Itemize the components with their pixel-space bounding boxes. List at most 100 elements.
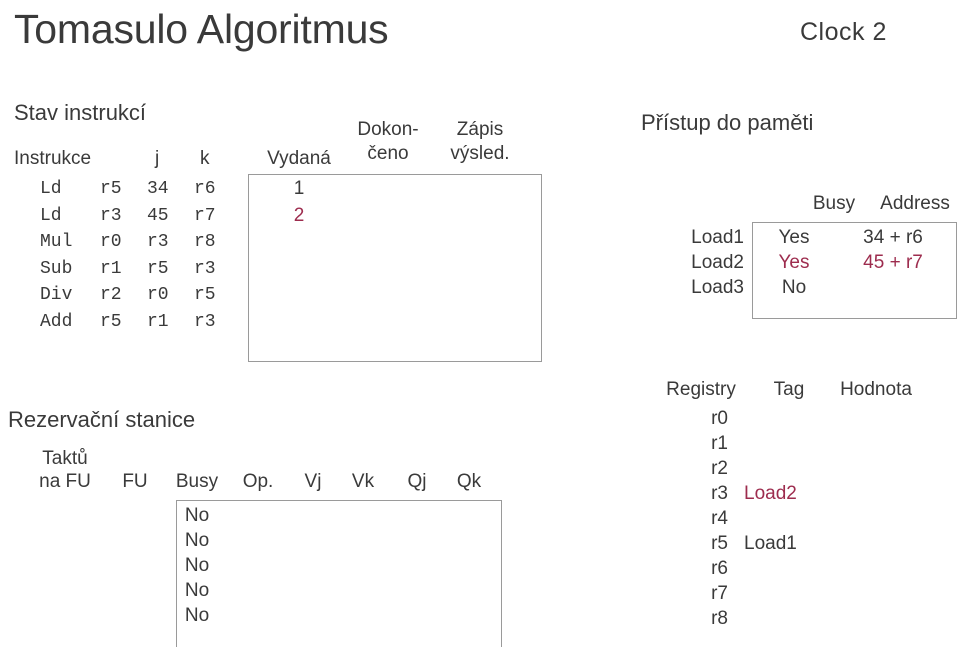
memory-unit-labels: Load1 Load2 Load3 (640, 225, 752, 300)
memory-busy: No (781, 277, 807, 298)
instruction-j: r5 (147, 258, 169, 279)
instruction-k: r6 (194, 179, 216, 199)
register-status-row: r8 (640, 606, 960, 631)
rs-busy: No (184, 505, 210, 526)
instruction-status-row: 2 (248, 203, 542, 230)
instruction-op: Mul (40, 232, 73, 252)
instruction-op: Div (40, 285, 73, 305)
reservation-station-left-row (0, 553, 176, 578)
reservation-station-row: No (176, 578, 502, 603)
column-header-vk: Vk (351, 471, 375, 492)
register-status-row: r7 (640, 581, 960, 606)
column-header-write-result: Zápis výsled. (450, 119, 510, 164)
column-header-j: j (155, 148, 160, 169)
memory-access-row: Yes 34 + r6 (752, 225, 957, 250)
instruction-dest: r2 (100, 285, 122, 305)
instruction-dest: r0 (100, 232, 122, 252)
column-header-mem-address: Address (880, 193, 950, 214)
memory-address: 34 + r6 (863, 227, 923, 248)
column-header-registry: Registry (666, 379, 736, 400)
rs-busy: No (184, 605, 210, 626)
reservation-station-row: No (176, 528, 502, 553)
column-header-execute: Dokon- čeno (357, 119, 419, 164)
instruction-status-row: 1 (248, 176, 542, 203)
instruction-status-row (248, 309, 542, 336)
instruction-j: r0 (147, 285, 169, 305)
reservation-stations-heading: Rezervační stanice (8, 407, 196, 432)
register-name: r3 (711, 483, 728, 504)
register-name: r4 (711, 508, 728, 529)
instruction-j: r1 (147, 311, 169, 332)
reservation-station-row: No (176, 503, 502, 528)
column-header-op: Op. (242, 471, 274, 492)
instruction-op: Add (40, 311, 73, 332)
instruction-status-heading: Stav instrukcí (14, 100, 147, 125)
memory-access-heading: Přístup do paměti (641, 110, 814, 135)
page-title: Tomasulo Algoritmus (14, 6, 389, 52)
rs-busy: No (184, 555, 210, 576)
memory-unit-label: Load3 (691, 277, 744, 298)
memory-busy: Yes (778, 227, 810, 248)
column-header-qk: Qk (456, 471, 482, 492)
memory-unit-label: Load1 (691, 227, 744, 248)
column-header-busy: Busy (175, 471, 219, 492)
register-name: r0 (711, 408, 728, 429)
rs-busy: No (184, 580, 210, 601)
memory-unit-label: Load2 (691, 252, 744, 273)
instruction-k: r5 (194, 285, 216, 305)
memory-access-rows: Yes 34 + r6 Yes 45 + r7 No (752, 225, 957, 300)
column-header-k: k (200, 148, 210, 169)
register-status-row: r1 (640, 431, 960, 456)
column-header-qj: Qj (407, 471, 427, 492)
instruction-j: 34 (147, 179, 169, 199)
reservation-station-left-row (0, 528, 176, 553)
column-header-instruction: Instrukce (14, 148, 92, 169)
column-header-ticks-on-fu: Taktů na FU (39, 448, 91, 492)
register-name: r8 (711, 608, 728, 629)
reservation-stations-left-labels (0, 503, 176, 628)
column-header-issue: Vydaná (267, 148, 331, 169)
column-header-hodnota: Hodnota (840, 379, 912, 400)
instruction-dest: r5 (100, 311, 122, 332)
reservation-stations-rows: No No No No No (176, 503, 502, 628)
instruction-dest: r5 (100, 179, 122, 199)
instruction-j: 45 (147, 205, 169, 226)
instruction-op: Ld (40, 205, 62, 226)
register-tag: Load2 (744, 483, 797, 504)
instruction-status-row (248, 282, 542, 309)
register-name: r1 (711, 433, 728, 454)
instruction-status-rows: 12 (248, 176, 542, 335)
instruction-j: r3 (147, 232, 169, 252)
memory-access-row: Yes 45 + r7 (752, 250, 957, 275)
memory-busy: Yes (778, 252, 810, 273)
rs-busy: No (184, 530, 210, 551)
instruction-k: r7 (194, 205, 216, 226)
instruction-dest: r3 (100, 205, 122, 226)
register-status-row: r3 Load2 (640, 481, 960, 506)
register-tag: Load1 (744, 533, 797, 554)
instruction-dest: r1 (100, 258, 122, 279)
register-name: r2 (711, 458, 728, 479)
register-status-row: r5 Load1 (640, 531, 960, 556)
register-status-row: r6 (640, 556, 960, 581)
instruction-k: r3 (194, 311, 216, 332)
reservation-station-row: No (176, 553, 502, 578)
instruction-k: r3 (194, 258, 216, 279)
register-status-row: r4 (640, 506, 960, 531)
register-name: r6 (711, 558, 728, 579)
reservation-station-left-row (0, 603, 176, 628)
clock-counter: Clock 2 (800, 18, 887, 46)
register-status-row: r0 (640, 406, 960, 431)
register-status-row: r2 (640, 456, 960, 481)
reservation-station-row: No (176, 603, 502, 628)
column-header-fu: FU (122, 471, 148, 492)
memory-access-row: No (752, 275, 957, 300)
issue-cycle: 1 (293, 178, 305, 199)
reservation-station-left-row (0, 578, 176, 603)
reservation-station-left-row (0, 503, 176, 528)
column-header-tag: Tag (773, 379, 805, 400)
issue-cycle: 2 (293, 204, 305, 226)
register-name: r7 (711, 583, 728, 604)
memory-address: 45 + r7 (863, 252, 923, 273)
instruction-status-row (248, 256, 542, 283)
